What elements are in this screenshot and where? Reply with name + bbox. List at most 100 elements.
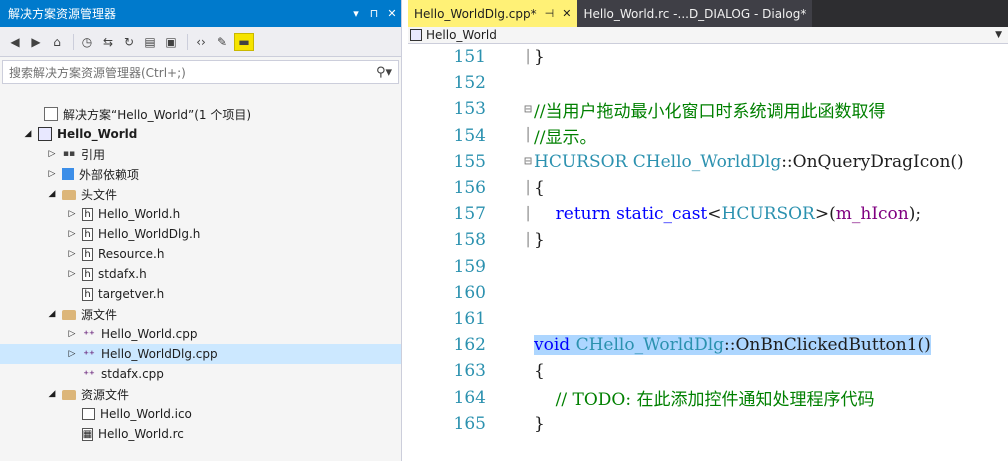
code-token: ); <box>908 204 922 225</box>
code-line[interactable]: 157 │ return static_cast<HCURSOR>(m_hIcon… <box>408 201 1008 227</box>
code-line[interactable]: 164 // TODO: 在此添加控件通知处理程序代码 <box>408 384 1008 411</box>
code-text: } <box>534 230 545 250</box>
tree-item-label: 解决方案“Hello_World”(1 个项目) <box>63 107 252 122</box>
tree-item[interactable]: ◢ Hello_World <box>0 124 401 144</box>
collapsed-arrow-icon[interactable]: ▷ <box>46 169 58 179</box>
fold-guide: │ <box>524 49 532 65</box>
tab-hello-world-rc-dialog[interactable]: Hello_World.rc -...D_DIALOG - Dialog* <box>577 0 813 27</box>
code-token: } <box>534 413 545 434</box>
home-icon[interactable]: ⌂ <box>48 33 66 51</box>
header-file-icon: h <box>82 267 93 281</box>
tab-hello-worlddlg-cpp[interactable]: Hello_WorldDlg.cpp* ⊣ ✕ <box>408 0 578 27</box>
dropdown-icon[interactable]: ▾ <box>347 7 365 20</box>
line-number: 160 <box>453 282 486 303</box>
tree-item[interactable]: h targetver.h <box>0 284 401 304</box>
code-line[interactable]: 156 │{ <box>408 175 1008 201</box>
code-line[interactable]: 160 <box>408 280 1008 306</box>
line-number: 159 <box>453 256 486 277</box>
code-line[interactable]: 163 { <box>408 358 1008 384</box>
tree-item-label: Hello_World <box>57 127 138 141</box>
search-icon[interactable]: ⚲▾ <box>376 65 392 80</box>
line-number: 154 <box>453 125 486 146</box>
code-text: { <box>534 361 545 381</box>
header-file-icon: h <box>82 287 93 301</box>
tree-item[interactable]: ▷ h Hello_WorldDlg.h <box>0 224 401 244</box>
expanded-arrow-icon[interactable]: ◢ <box>22 129 34 139</box>
pending-changes-icon[interactable]: ◷ <box>78 33 96 51</box>
chevron-down-icon[interactable]: ▼ <box>995 30 1002 40</box>
collapse-all-icon[interactable]: ▤ <box>141 33 159 51</box>
tree-item[interactable]: ▷ ▪▪ 引用 <box>0 144 401 164</box>
code-line[interactable]: 151 │} <box>408 44 1008 70</box>
code-token: < <box>707 204 722 225</box>
expanded-arrow-icon[interactable]: ◢ <box>46 189 58 199</box>
refresh-icon[interactable]: ↻ <box>120 33 138 51</box>
solution-icon <box>44 107 58 121</box>
code-line[interactable]: 154 │//显示。 <box>408 123 1008 149</box>
code-token: ::OnQueryDragIcon() <box>781 151 964 172</box>
tree-item-label: Hello_WorldDlg.cpp <box>101 347 218 361</box>
toolbar-separator <box>73 33 74 50</box>
show-all-files-icon[interactable]: ▣ <box>162 33 180 51</box>
code-text: } <box>534 47 545 67</box>
expanded-arrow-icon[interactable]: ◢ <box>46 309 58 319</box>
code-line[interactable]: 161 <box>408 306 1008 332</box>
expanded-arrow-icon[interactable]: ◢ <box>46 389 58 399</box>
tree-item[interactable]: ▷ h Resource.h <box>0 244 401 264</box>
collapsed-arrow-icon[interactable]: ▷ <box>66 229 78 239</box>
tree-item[interactable]: ▷ h stdafx.h <box>0 264 401 284</box>
collapsed-arrow-icon[interactable]: ▷ <box>46 149 58 159</box>
collapsed-arrow-icon[interactable]: ▷ <box>66 349 78 359</box>
fold-guide: │ <box>524 232 532 248</box>
solution-explorer-search-input[interactable]: 搜索解决方案资源管理器(Ctrl+;) ⚲▾ <box>2 60 399 84</box>
tree-item-label: Resource.h <box>98 247 165 261</box>
tree-item[interactable]: ▷ ⁺⁺ Hello_World.cpp <box>0 324 401 344</box>
project-dropdown[interactable]: Hello_World <box>408 28 497 42</box>
preview-selected-items-icon[interactable]: ▬ <box>234 32 254 51</box>
tab-close-icon[interactable]: ✕ <box>562 7 571 20</box>
tree-item[interactable]: ◢ 源文件 <box>0 304 401 324</box>
tree-item[interactable]: ◢ 资源文件 <box>0 384 401 404</box>
tree-item-label: Hello_World.ico <box>100 407 192 421</box>
code-token: m_hIcon <box>835 204 909 225</box>
code-line[interactable]: 162 void CHello_WorldDlg::OnBnClickedButt… <box>408 332 1008 358</box>
collapsed-arrow-icon[interactable]: ▷ <box>66 329 78 339</box>
code-token: HCURSOR <box>534 151 633 172</box>
code-line[interactable]: 159 <box>408 254 1008 280</box>
tree-item[interactable]: ◢ 头文件 <box>0 184 401 204</box>
code-line[interactable]: 152 <box>408 70 1008 96</box>
fold-guide: │ <box>524 128 532 144</box>
editor-navigation-bar: Hello_World ▼ <box>408 27 1008 44</box>
collapsed-arrow-icon[interactable]: ▷ <box>66 209 78 219</box>
tab-pin-icon[interactable]: ⊣ <box>545 7 555 20</box>
code-token: HCURSOR <box>721 204 815 225</box>
close-icon[interactable]: ✕ <box>383 7 401 20</box>
collapsed-arrow-icon[interactable]: ▷ <box>66 249 78 259</box>
code-line[interactable]: 153 ⊟//当用户拖动最小化窗口时系统调用此函数取得 <box>408 96 1008 122</box>
sync-icon[interactable]: ⇆ <box>99 33 117 51</box>
tree-item[interactable]: Hello_World.ico <box>0 404 401 424</box>
project-icon <box>38 127 52 141</box>
tree-item[interactable]: ▦ Hello_World.rc <box>0 424 401 444</box>
pin-icon[interactable]: ⊓ <box>365 7 383 20</box>
back-icon[interactable]: ◀ <box>6 33 24 51</box>
collapsed-arrow-icon[interactable]: ▷ <box>66 269 78 279</box>
code-token: void <box>534 335 576 356</box>
code-line[interactable]: 158 │} <box>408 227 1008 253</box>
tree-item[interactable]: ⁺⁺ stdafx.cpp <box>0 364 401 384</box>
tree-item[interactable]: ▷ ⁺⁺ Hello_WorldDlg.cpp <box>0 344 401 364</box>
view-code-icon[interactable]: ‹› <box>192 33 210 51</box>
tree-item[interactable]: ▷ h Hello_World.h <box>0 204 401 224</box>
code-line[interactable]: 155 ⊟ HCURSOR CHello_WorldDlg::OnQueryDrag… <box>408 149 1008 175</box>
solution-explorer-toolbar: ◀ ▶ ⌂ ◷ ⇆ ↻ ▤ ▣ ‹› ✎ ▬ <box>0 27 401 57</box>
tree-item[interactable]: ▷ 外部依赖项 <box>0 164 401 184</box>
properties-icon[interactable]: ✎ <box>213 33 231 51</box>
tree-item[interactable]: 解决方案“Hello_World”(1 个项目) <box>0 104 401 124</box>
forward-icon[interactable]: ▶ <box>27 33 45 51</box>
code-area[interactable]: 151 │} 152 153 ⊟//当用户拖动最小化窗口时系统调用此函数取得 154 │//… <box>408 44 1008 437</box>
solution-tree: 解决方案“Hello_World”(1 个项目) ◢ Hello_World ▷ ▪▪ 引… <box>0 104 401 444</box>
collapse-icon[interactable]: ⊟ <box>522 102 534 117</box>
line-number: 165 <box>453 413 486 434</box>
collapse-icon[interactable]: ⊟ <box>522 154 534 169</box>
code-line[interactable]: 165} <box>408 411 1008 437</box>
